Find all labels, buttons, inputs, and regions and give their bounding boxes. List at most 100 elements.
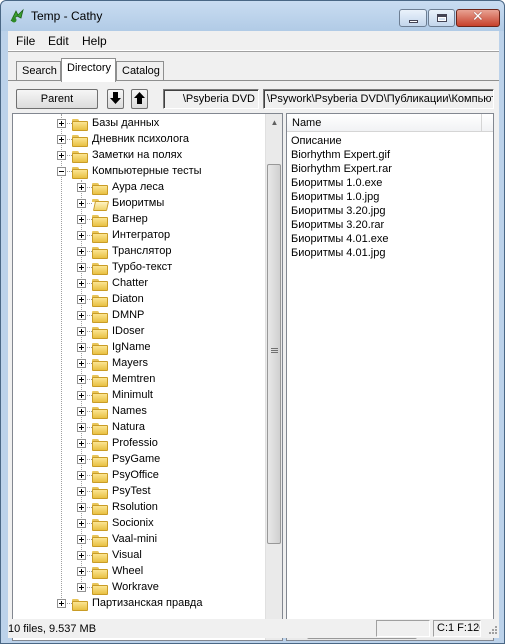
tree-node-label: PsyOffice: [112, 469, 159, 481]
expand-icon[interactable]: [77, 311, 86, 320]
tree-node[interactable]: Дневник психолога: [13, 132, 263, 148]
expand-icon[interactable]: [77, 439, 86, 448]
expand-icon[interactable]: [77, 583, 86, 592]
maximize-button[interactable]: [428, 9, 455, 27]
list-item[interactable]: Описание: [291, 135, 342, 147]
menu-file[interactable]: File: [16, 34, 35, 48]
list-item[interactable]: Биоритмы 3.20.rar: [291, 219, 384, 231]
expand-icon[interactable]: [77, 551, 86, 560]
column-divider[interactable]: [481, 114, 482, 132]
title-bar[interactable]: Temp - Cathy ✕: [1, 1, 504, 31]
expand-icon[interactable]: [57, 135, 66, 144]
expand-icon[interactable]: [77, 535, 86, 544]
folder-icon: [92, 470, 108, 483]
expand-icon[interactable]: [77, 407, 86, 416]
list-item[interactable]: Биоритмы 4.01.exe: [291, 233, 389, 245]
expand-icon[interactable]: [77, 375, 86, 384]
tree-node[interactable]: Биоритмы: [13, 196, 263, 212]
expand-icon[interactable]: [77, 423, 86, 432]
list-item[interactable]: Biorhythm Expert.rar: [291, 163, 392, 175]
parent-button[interactable]: Parent: [16, 89, 98, 109]
expand-icon[interactable]: [77, 295, 86, 304]
tree-node[interactable]: Rsolution: [13, 500, 263, 516]
tree-node[interactable]: Socionix: [13, 516, 263, 532]
expand-icon[interactable]: [77, 183, 86, 192]
resize-grip-icon[interactable]: [486, 625, 498, 637]
tree-node[interactable]: Chatter: [13, 276, 263, 292]
tree-node[interactable]: PsyTest: [13, 484, 263, 500]
tree-node[interactable]: Natura: [13, 420, 263, 436]
tree-node[interactable]: Memtren: [13, 372, 263, 388]
expand-icon[interactable]: [77, 215, 86, 224]
expand-icon[interactable]: [77, 455, 86, 464]
expand-icon[interactable]: [77, 519, 86, 528]
tree-node[interactable]: Names: [13, 404, 263, 420]
folder-icon: [92, 230, 108, 243]
expand-icon[interactable]: [77, 263, 86, 272]
expand-icon[interactable]: [77, 279, 86, 288]
tree-node[interactable]: PsyOffice: [13, 468, 263, 484]
expand-icon[interactable]: [77, 247, 86, 256]
tree-node[interactable]: Вагнер: [13, 212, 263, 228]
tree-node[interactable]: Mayers: [13, 356, 263, 372]
tree-node[interactable]: Партизанская правда: [13, 596, 263, 612]
tree-node[interactable]: Базы данных: [13, 116, 263, 132]
column-header-name[interactable]: Name: [292, 117, 321, 129]
scroll-up-icon[interactable]: ▲: [266, 114, 283, 131]
collapse-icon[interactable]: [57, 167, 66, 176]
minimize-button[interactable]: [399, 9, 427, 27]
expand-icon[interactable]: [77, 231, 86, 240]
tree-node-label: Дневник психолога: [92, 133, 189, 145]
tab-directory[interactable]: Directory: [61, 58, 116, 82]
list-item[interactable]: Биоритмы 3.20.jpg: [291, 205, 385, 217]
tree-vertical-scrollbar[interactable]: ▲ ▼: [265, 114, 282, 640]
tree-node[interactable]: Транслятор: [13, 244, 263, 260]
expand-icon[interactable]: [77, 199, 86, 208]
expand-icon[interactable]: [57, 119, 66, 128]
expand-icon[interactable]: [77, 471, 86, 480]
tree-node[interactable]: Vaal-mini: [13, 532, 263, 548]
tree-node[interactable]: Professio: [13, 436, 263, 452]
tree-node[interactable]: PsyGame: [13, 452, 263, 468]
tree-node[interactable]: Wheel: [13, 564, 263, 580]
tree-node[interactable]: Visual: [13, 548, 263, 564]
list-item[interactable]: Биоритмы 1.0.exe: [291, 177, 382, 189]
expand-icon[interactable]: [77, 359, 86, 368]
menu-edit[interactable]: Edit: [48, 34, 69, 48]
list-item[interactable]: Biorhythm Expert.gif: [291, 149, 390, 161]
tab-search[interactable]: Search: [16, 61, 61, 81]
tree-node-label: Аура леса: [112, 181, 165, 193]
expand-icon[interactable]: [57, 151, 66, 160]
tree-node[interactable]: Турбо-текст: [13, 260, 263, 276]
move-up-button[interactable]: [131, 89, 148, 109]
folder-icon: [92, 294, 108, 307]
list-item[interactable]: Биоритмы 1.0.jpg: [291, 191, 379, 203]
expand-icon[interactable]: [77, 343, 86, 352]
tab-catalog[interactable]: Catalog: [116, 61, 164, 81]
file-list[interactable]: Name ◀ ▶ ОписаниеBiorhythm Expert.gifBio…: [286, 113, 494, 641]
tree-node[interactable]: DMNP: [13, 308, 263, 324]
tree-node[interactable]: Diaton: [13, 292, 263, 308]
tree-node[interactable]: Заметки на полях: [13, 148, 263, 164]
tree-node-label: Socionix: [112, 517, 154, 529]
folder-tree[interactable]: ▲ ▼ Базы данных Дневник психолога Заметки …: [12, 113, 283, 641]
move-down-button[interactable]: [107, 89, 124, 109]
expand-icon[interactable]: [77, 567, 86, 576]
tree-node[interactable]: IgName: [13, 340, 263, 356]
tree-node-label: IgName: [112, 341, 151, 353]
tree-node[interactable]: Minimult: [13, 388, 263, 404]
tree-scroll-thumb[interactable]: [267, 164, 281, 544]
list-item[interactable]: Биоритмы 4.01.jpg: [291, 247, 385, 259]
tree-node[interactable]: Интегратор: [13, 228, 263, 244]
expand-icon[interactable]: [77, 327, 86, 336]
tree-node[interactable]: IDoser: [13, 324, 263, 340]
tree-node[interactable]: Компьютерные тесты: [13, 164, 263, 180]
expand-icon[interactable]: [57, 599, 66, 608]
expand-icon[interactable]: [77, 487, 86, 496]
tree-node[interactable]: Аура леса: [13, 180, 263, 196]
expand-icon[interactable]: [77, 391, 86, 400]
tree-node[interactable]: Workrave: [13, 580, 263, 596]
menu-help[interactable]: Help: [82, 34, 107, 48]
close-button[interactable]: ✕: [456, 9, 500, 27]
expand-icon[interactable]: [77, 503, 86, 512]
